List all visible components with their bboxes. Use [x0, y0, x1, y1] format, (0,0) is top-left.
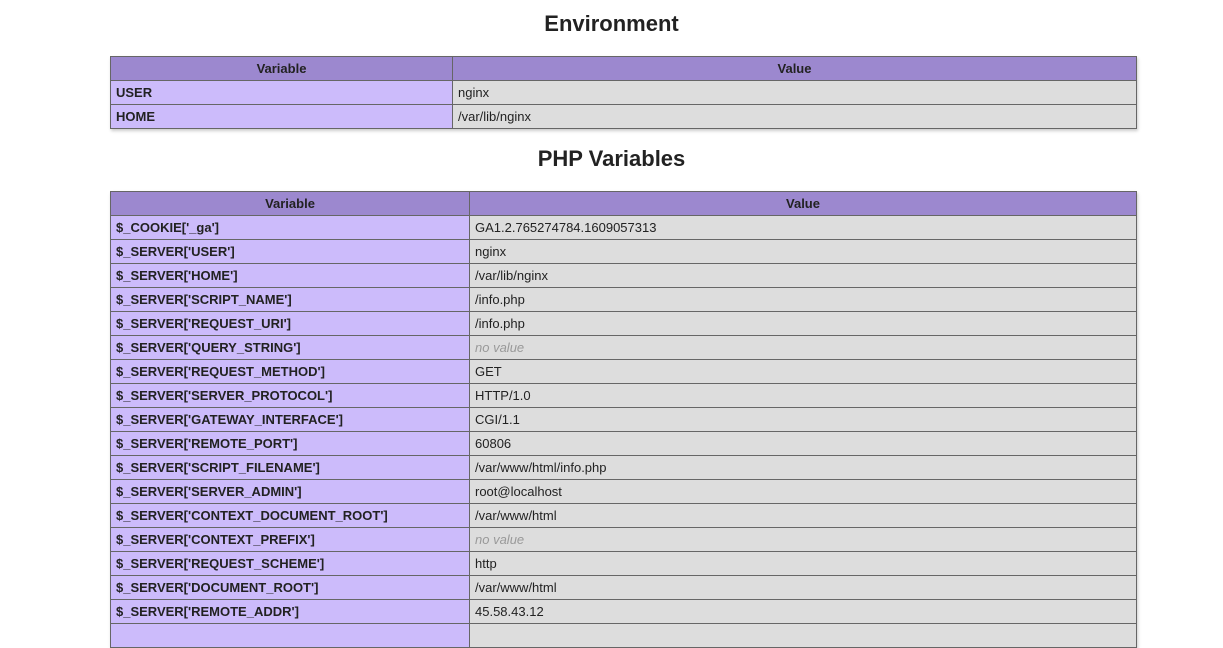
- variable-name-cell: $_SERVER['CONTEXT_PREFIX']: [110, 527, 470, 552]
- variable-name-cell: $_COOKIE['_ga']: [110, 215, 470, 240]
- variable-value-cell: GET: [469, 359, 1137, 384]
- variable-value-cell: /var/lib/nginx: [452, 104, 1137, 129]
- table-row: $_SERVER['USER'] nginx: [110, 239, 1137, 264]
- variable-value-cell: /info.php: [469, 311, 1137, 336]
- variable-name-cell: $_SERVER['REMOTE_ADDR']: [110, 599, 470, 624]
- table-header-row: Variable Value: [110, 56, 1137, 81]
- column-header-value: Value: [452, 56, 1137, 81]
- variable-value-cell: /var/www/html: [469, 503, 1137, 528]
- table-row: $_SERVER['QUERY_STRING'] no value: [110, 335, 1137, 360]
- table-row: $_SERVER['SCRIPT_NAME']/info.php: [110, 287, 1137, 312]
- table-header-row: Variable Value: [110, 191, 1137, 216]
- variable-name-cell: $_SERVER['QUERY_STRING']: [110, 335, 470, 360]
- no-value-text: no value: [475, 340, 525, 355]
- variable-name-cell: $_SERVER['GATEWAY_INTERFACE']: [110, 407, 470, 432]
- variable-value-cell: GA1.2.765274784.1609057313: [469, 215, 1137, 240]
- variable-name-cell: $_SERVER['REQUEST_SCHEME']: [110, 551, 470, 576]
- variable-name-cell: $_SERVER['DOCUMENT_ROOT']: [110, 575, 470, 600]
- table-row: $_COOKIE['_ga'] GA1.2.765274784.160905731…: [110, 215, 1137, 240]
- table-row: $_SERVER['SCRIPT_FILENAME']/var/www/html…: [110, 455, 1137, 480]
- no-value-text: no value: [475, 532, 525, 547]
- environment-table: Variable Value USER nginx HOME/var/lib/ngi…: [110, 56, 1137, 129]
- variable-name-cell: $_SERVER['HOME']: [110, 263, 470, 288]
- variable-name-cell: $_SERVER['CONTEXT_DOCUMENT_ROOT']: [110, 503, 470, 528]
- variable-value-cell: nginx: [469, 239, 1137, 264]
- variable-value-cell: CGI/1.1: [469, 407, 1137, 432]
- table-row: [110, 623, 1137, 648]
- table-row: $_SERVER['REQUEST_URI']/info.php: [110, 311, 1137, 336]
- variable-name-cell: [110, 623, 470, 648]
- variable-value-cell: [469, 623, 1137, 648]
- variable-value-cell: /var/lib/nginx: [469, 263, 1137, 288]
- variable-value-cell: 45.58.43.12: [469, 599, 1137, 624]
- table-row: $_SERVER['DOCUMENT_ROOT']/var/www/html: [110, 575, 1137, 600]
- column-header-variable: Variable: [110, 56, 453, 81]
- table-row: $_SERVER['REQUEST_METHOD'] GET: [110, 359, 1137, 384]
- table-row: USER nginx: [110, 80, 1137, 105]
- variable-value-cell: HTTP/1.0: [469, 383, 1137, 408]
- variable-name-cell: $_SERVER['SERVER_ADMIN']: [110, 479, 470, 504]
- variable-value-cell: http: [469, 551, 1137, 576]
- variable-value-cell: 60806: [469, 431, 1137, 456]
- php-variables-table: Variable Value $_COOKIE['_ga'] GA1.2.7652…: [110, 191, 1137, 648]
- table-row: $_SERVER['CONTEXT_DOCUMENT_ROOT']/var/ww…: [110, 503, 1137, 528]
- variable-value-cell: /var/www/html/info.php: [469, 455, 1137, 480]
- table-row: $_SERVER['GATEWAY_INTERFACE'] CGI/1.1: [110, 407, 1137, 432]
- variable-name-cell: $_SERVER['SCRIPT_NAME']: [110, 287, 470, 312]
- variable-name-cell: $_SERVER['SERVER_PROTOCOL']: [110, 383, 470, 408]
- variable-value-cell: no value: [469, 335, 1137, 360]
- table-row: $_SERVER['SERVER_PROTOCOL'] HTTP/1.0: [110, 383, 1137, 408]
- variable-name-cell: $_SERVER['REQUEST_URI']: [110, 311, 470, 336]
- variable-name-cell: $_SERVER['REQUEST_METHOD']: [110, 359, 470, 384]
- column-header-value: Value: [469, 191, 1137, 216]
- variable-value-cell: /info.php: [469, 287, 1137, 312]
- table-row: $_SERVER['REMOTE_PORT'] 60806: [110, 431, 1137, 456]
- variable-name-cell: HOME: [110, 104, 453, 129]
- variable-name-cell: $_SERVER['REMOTE_PORT']: [110, 431, 470, 456]
- variable-name-cell: $_SERVER['USER']: [110, 239, 470, 264]
- variable-value-cell: no value: [469, 527, 1137, 552]
- table-row: $_SERVER['SERVER_ADMIN'] root@localhost: [110, 479, 1137, 504]
- table-row: $_SERVER['REMOTE_ADDR'] 45.58.43.12: [110, 599, 1137, 624]
- variable-value-cell: root@localhost: [469, 479, 1137, 504]
- variable-name-cell: $_SERVER['SCRIPT_FILENAME']: [110, 455, 470, 480]
- table-row: $_SERVER['CONTEXT_PREFIX'] no value: [110, 527, 1137, 552]
- php-variables-section-title: PHP Variables: [537, 146, 686, 171]
- table-row: $_SERVER['REQUEST_SCHEME'] http: [110, 551, 1137, 576]
- column-header-variable: Variable: [110, 191, 470, 216]
- variable-name-cell: USER: [110, 80, 453, 105]
- table-row: $_SERVER['HOME']/var/lib/nginx: [110, 263, 1137, 288]
- variable-value-cell: /var/www/html: [469, 575, 1137, 600]
- table-row: HOME/var/lib/nginx: [110, 104, 1137, 129]
- environment-section-title: Environment: [544, 11, 679, 36]
- variable-value-cell: nginx: [452, 80, 1137, 105]
